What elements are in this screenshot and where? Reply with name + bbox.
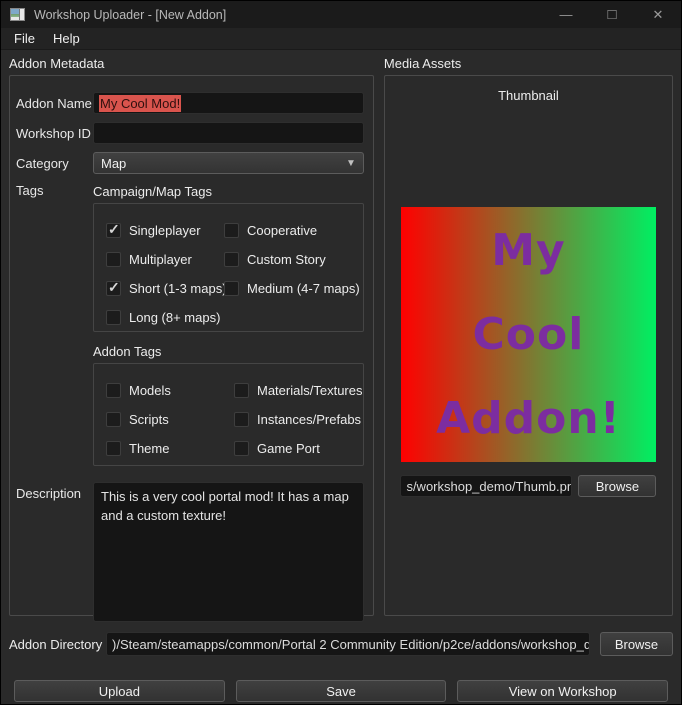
thumbnail-image: My Cool Addon! (401, 207, 656, 462)
action-button[interactable]: View on Workshop (457, 680, 668, 702)
checkbox-icon[interactable]: ✓ (106, 281, 121, 296)
addon-name-value: My Cool Mod! (99, 95, 181, 112)
addon-metadata-section-title: Addon Metadata (9, 56, 374, 71)
tags-row: Tags Campaign/Map Tags ✓ (16, 183, 364, 474)
action-button[interactable]: Save (236, 680, 447, 702)
checkbox-icon[interactable]: ✓ (234, 412, 249, 427)
tag-checkbox-item[interactable]: ✓ Multiplayer (106, 252, 224, 267)
tag-checkbox-label: Theme (129, 441, 169, 456)
checkbox-icon[interactable]: ✓ (106, 441, 121, 456)
tag-checkbox-item[interactable]: ✓ Singleplayer (106, 223, 224, 238)
addon-name-row: Addon Name My Cool Mod! (16, 92, 364, 114)
checkbox-icon[interactable]: ✓ (106, 252, 121, 267)
checkmark-icon: ✓ (108, 279, 120, 296)
tag-checkbox-item[interactable]: ✓ Theme (106, 441, 234, 456)
thumbnail-text-line: Addon! (436, 377, 621, 461)
addon-directory-input[interactable]: )/Steam/steamapps/common/Portal 2 Commun… (106, 632, 590, 656)
close-button[interactable]: ✕ (635, 1, 681, 28)
action-buttons-row: Upload Save View on Workshop (9, 680, 673, 702)
menu-item[interactable]: File (5, 29, 44, 48)
tag-checkbox-item[interactable]: ✓ Short (1-3 maps) (106, 281, 224, 296)
tag-checkbox-item[interactable]: ✓ Medium (4-7 maps) (224, 281, 363, 296)
minimize-button[interactable]: — (543, 1, 589, 28)
media-assets-groupbox: Thumbnail My Cool Addon! s/workshop_demo… (384, 75, 673, 616)
category-row: Category Map ▼ (16, 152, 364, 174)
addon-tags-groupbox: ✓ Models ✓ Materials/Textures (93, 363, 364, 466)
checkbox-icon[interactable]: ✓ (106, 310, 121, 325)
action-button[interactable]: Upload (14, 680, 225, 702)
addon-directory-label: Addon Directory (9, 637, 106, 652)
workshop-id-label: Workshop ID (16, 122, 93, 144)
title-bar[interactable]: Workshop Uploader - [New Addon] — □ ✕ (1, 1, 681, 28)
addon-metadata-groupbox: Addon Name My Cool Mod! Workshop ID (9, 75, 374, 616)
tag-checkbox-label: Game Port (257, 441, 320, 456)
category-label: Category (16, 152, 93, 174)
category-dropdown[interactable]: Map ▼ (93, 152, 364, 174)
window-title: Workshop Uploader - [New Addon] (34, 8, 226, 22)
menu-item[interactable]: Help (44, 29, 89, 48)
addon-directory-value: )/Steam/steamapps/common/Portal 2 Commun… (112, 637, 590, 652)
addon-name-input[interactable]: My Cool Mod! (93, 92, 364, 114)
checkbox-icon[interactable]: ✓ (234, 383, 249, 398)
tag-checkbox-label: Multiplayer (129, 252, 192, 267)
media-assets-section-title: Media Assets (384, 56, 673, 71)
app-window: Workshop Uploader - [New Addon] — □ ✕ Fi… (0, 0, 682, 705)
tag-checkbox-label: Singleplayer (129, 223, 201, 238)
tag-checkbox-label: Cooperative (247, 223, 317, 238)
maximize-button[interactable]: □ (589, 1, 635, 28)
tag-checkbox-item[interactable]: ✓ Models (106, 383, 234, 398)
menu-bar: File Help (1, 28, 681, 50)
tag-checkbox-label: Instances/Prefabs (257, 412, 361, 427)
tag-checkbox-label: Scripts (129, 412, 169, 427)
thumbnail-browse-button[interactable]: Browse (578, 475, 656, 497)
thumbnail-label: Thumbnail (498, 88, 559, 103)
app-icon (10, 8, 25, 21)
description-textarea[interactable]: This is a very cool portal mod! It has a… (93, 482, 364, 622)
checkbox-icon[interactable]: ✓ (224, 223, 239, 238)
addon-name-label: Addon Name (16, 92, 93, 114)
tag-checkbox-label: Models (129, 383, 171, 398)
tag-checkbox-item[interactable]: ✓ Materials/Textures (234, 383, 363, 398)
tag-checkbox-label: Long (8+ maps) (129, 310, 220, 325)
description-row: Description This is a very cool portal m… (16, 482, 364, 622)
addon-directory-browse-button[interactable]: Browse (600, 632, 673, 656)
tag-checkbox-label: Custom Story (247, 252, 326, 267)
addon-tags-title: Addon Tags (93, 344, 364, 359)
campaign-tags-title: Campaign/Map Tags (93, 184, 364, 199)
tag-checkbox-label: Medium (4-7 maps) (247, 281, 360, 296)
campaign-tags-groupbox: ✓ Singleplayer ✓ Cooperative (93, 203, 364, 332)
workshop-id-row: Workshop ID (16, 122, 364, 144)
checkbox-icon[interactable]: ✓ (224, 281, 239, 296)
workshop-id-input[interactable] (93, 122, 364, 144)
category-value: Map (101, 156, 126, 171)
tag-checkbox-item[interactable]: ✓ Long (8+ maps) (106, 310, 224, 325)
checkbox-icon[interactable]: ✓ (234, 441, 249, 456)
description-label: Description (16, 482, 93, 622)
tag-checkbox-label: Materials/Textures (257, 383, 362, 398)
tag-checkbox-item[interactable]: ✓ Custom Story (224, 252, 363, 267)
thumbnail-path-input[interactable]: s/workshop_demo/Thumb.png (400, 475, 572, 497)
tag-checkbox-item[interactable]: ✓ Instances/Prefabs (234, 412, 363, 427)
checkbox-icon[interactable]: ✓ (106, 412, 121, 427)
thumbnail-text-line: My (491, 209, 565, 293)
checkbox-icon[interactable]: ✓ (106, 223, 121, 238)
tag-checkbox-item[interactable]: ✓ Scripts (106, 412, 234, 427)
chevron-down-icon: ▼ (346, 158, 356, 169)
checkbox-icon[interactable]: ✓ (224, 252, 239, 267)
checkbox-icon[interactable]: ✓ (106, 383, 121, 398)
thumbnail-path-value: s/workshop_demo/Thumb.png (406, 479, 572, 494)
thumbnail-text-line: Cool (473, 293, 585, 377)
tag-checkbox-label: Short (1-3 maps) (129, 281, 227, 296)
tag-checkbox-item[interactable]: ✓ Game Port (234, 441, 363, 456)
addon-directory-row: Addon Directory )/Steam/steamapps/common… (9, 632, 673, 656)
tags-label: Tags (16, 183, 93, 474)
checkmark-icon: ✓ (108, 221, 120, 238)
tag-checkbox-item[interactable]: ✓ Cooperative (224, 223, 363, 238)
